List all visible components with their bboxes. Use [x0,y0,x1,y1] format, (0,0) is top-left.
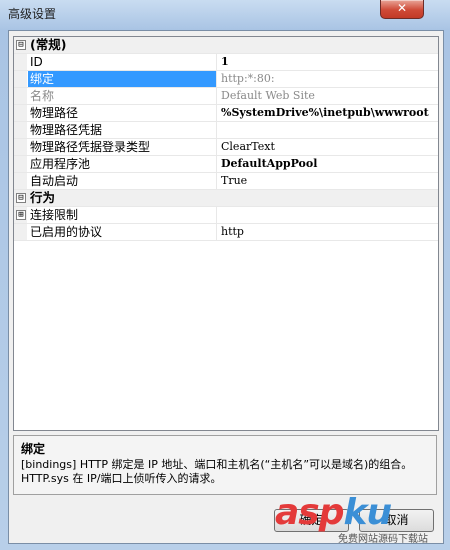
close-button[interactable]: ✕ [380,0,424,19]
property-value[interactable] [221,207,436,223]
property-row-enabled-protocols[interactable]: 已启用的协议 http [14,224,438,241]
description-text: [bindings] HTTP 绑定是 IP 地址、端口和主机名(“主机名”可以… [21,458,413,485]
property-row-auto-start[interactable]: 自动启动 True [14,173,438,190]
property-value[interactable]: http [221,224,436,240]
category-behavior[interactable]: ⊟ 行为 [14,190,438,207]
property-value[interactable]: 1 [221,54,436,70]
expand-icon[interactable]: ⊞ [16,210,26,220]
title-bar: 高级设置 ✕ [0,0,450,24]
property-row-id[interactable]: ID 1 [14,54,438,71]
property-name: 物理路径 [28,105,217,121]
collapse-icon[interactable]: ⊟ [16,193,26,203]
property-row-logon-type[interactable]: 物理路径凭据登录类型 ClearText [14,139,438,156]
property-value[interactable]: Default Web Site [221,88,436,104]
property-row-physical-path[interactable]: 物理路径 %SystemDrive%\inetpub\wwwroot [14,105,438,122]
watermark-subtitle: 免费网站源码下载站 [338,534,428,545]
property-grid[interactable]: ⊟ (常规) ID 1 绑定 http:*:80: 名称 Default Web… [13,36,439,431]
description-panel: 绑定 [bindings] HTTP 绑定是 IP 地址、端口和主机名(“主机名… [13,435,437,495]
property-value[interactable]: True [221,173,436,189]
property-name: 物理路径凭据 [28,122,217,138]
property-name: ID [28,54,217,70]
property-row-name[interactable]: 名称 Default Web Site [14,88,438,105]
dialog-client-area: ⊟ (常规) ID 1 绑定 http:*:80: 名称 Default Web… [8,30,444,544]
property-name: 应用程序池 [28,156,217,172]
collapse-icon[interactable]: ⊟ [16,40,26,50]
property-value[interactable]: http:*:80: [221,71,436,87]
category-label: (常规) [30,37,67,52]
property-name: 连接限制 [28,207,217,223]
property-name: 已启用的协议 [28,224,217,240]
watermark-ku: ku [343,492,393,533]
property-value[interactable]: %SystemDrive%\inetpub\wwwroot [221,105,436,121]
description-title: 绑定 [21,442,46,456]
property-name: 名称 [28,88,217,104]
category-label: 行为 [30,190,56,205]
advanced-settings-window: 高级设置 ✕ ⊟ (常规) ID 1 绑定 http:*:80: 名称 Defa [0,0,450,550]
property-name: 物理路径凭据登录类型 [28,139,217,155]
window-title: 高级设置 [8,7,57,21]
property-value[interactable]: DefaultAppPool [221,156,436,172]
watermark-asp: asp [275,492,344,533]
property-row-path-credentials[interactable]: 物理路径凭据 [14,122,438,139]
property-row-bindings[interactable]: 绑定 http:*:80: [14,71,438,88]
property-value[interactable] [221,122,436,138]
property-name: 自动启动 [28,173,217,189]
property-name: 绑定 [28,71,217,87]
watermark-logo: aspku [275,492,393,533]
property-value[interactable]: ClearText [221,139,436,155]
category-general[interactable]: ⊟ (常规) [14,37,438,54]
property-row-app-pool[interactable]: 应用程序池 DefaultAppPool [14,156,438,173]
property-row-limits[interactable]: ⊞ 连接限制 [14,207,438,224]
